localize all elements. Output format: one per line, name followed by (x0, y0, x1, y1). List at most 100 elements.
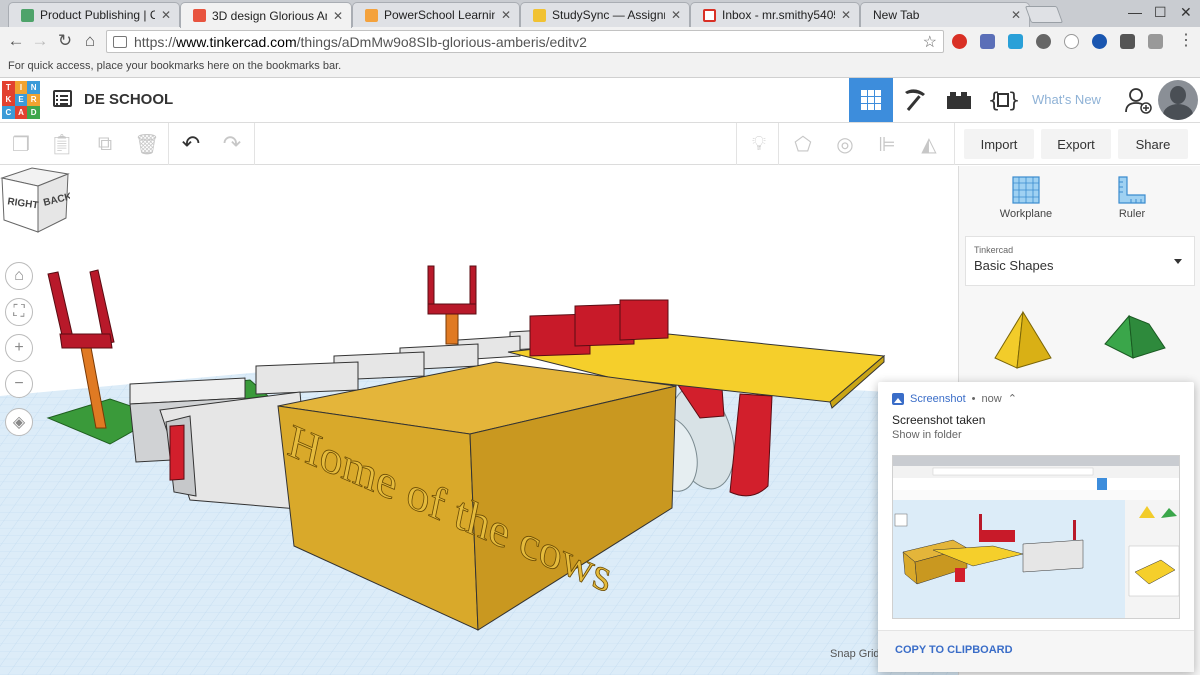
toolbar-divider (736, 123, 737, 165)
tinkercad-logo[interactable]: T I N K E R C A D (2, 81, 40, 119)
extension-icon[interactable] (1036, 34, 1051, 49)
snap-grid-label[interactable]: Snap Grid (830, 648, 880, 660)
edit-toolbar: ❐ 📋︎ ⧉ 🗑︎ ↶ ↷ 💡︎ ⬠ ◎ ⊫ ◭ Import Export S… (0, 123, 1200, 165)
home-view-button[interactable]: ⌂ (5, 262, 33, 290)
extension-icon[interactable] (952, 34, 967, 49)
ungroup-icon[interactable]: ◎ (832, 131, 858, 157)
pickaxe-icon (905, 89, 925, 111)
browser-tab[interactable]: New Tab ✕ (860, 2, 1030, 27)
logo-letter: D (27, 106, 40, 119)
show-in-folder-link[interactable]: Show in folder (892, 429, 962, 441)
minecraft-button[interactable] (893, 78, 937, 122)
minimize-icon[interactable]: — (1128, 4, 1142, 20)
close-window-icon[interactable]: ✕ (1180, 4, 1192, 21)
browser-tab[interactable]: PowerSchool Learning ✕ (352, 2, 520, 27)
close-tab-icon[interactable]: ✕ (333, 9, 343, 23)
chrome-menu-icon[interactable]: ⋮ (1176, 31, 1196, 51)
paste-icon[interactable]: 📋︎ (49, 131, 75, 157)
extension-icon[interactable] (1120, 34, 1135, 49)
roof-shape-tile[interactable] (1099, 306, 1169, 376)
copy-icon[interactable]: ❐ (8, 131, 34, 157)
workplane-tool[interactable]: Workplane (981, 172, 1071, 220)
copy-to-clipboard-button[interactable]: COPY TO CLIPBOARD (878, 630, 1194, 672)
align-icon[interactable]: ⊫ (874, 131, 900, 157)
bookmark-star-icon[interactable]: ☆ (923, 32, 937, 52)
reload-icon[interactable]: ↻ (55, 31, 75, 51)
forward-arrow-icon[interactable]: → (30, 31, 50, 51)
mirror-icon[interactable]: ◭ (916, 131, 942, 157)
logo-letter: I (14, 81, 28, 94)
new-tab-button[interactable] (1024, 6, 1064, 23)
delete-icon[interactable]: 🗑︎ (134, 131, 160, 157)
pyramid-shape-tile[interactable] (987, 306, 1057, 376)
toolbar-divider (954, 123, 955, 165)
perspective-toggle-button[interactable]: ◈ (5, 408, 33, 436)
codeblocks-button[interactable]: { } (981, 78, 1025, 122)
design-menu-icon[interactable] (53, 90, 72, 107)
back-arrow-icon[interactable]: ← (6, 31, 26, 51)
logo-letter: N (27, 81, 40, 94)
user-avatar[interactable] (1158, 80, 1198, 120)
page-info-icon[interactable] (113, 35, 127, 48)
3d-workplane-viewport[interactable]: Home of the cows RIGHT BACK ⌂ ⛶ + − ◈ Sn… (0, 166, 958, 675)
close-tab-icon[interactable]: ✕ (161, 8, 171, 22)
logo-letter: A (14, 106, 28, 119)
browser-toolbar: ← → ↻ ⌂ https:// www.tinkercad.com /thin… (0, 27, 1200, 56)
bookmarks-bar: For quick access, place your bookmarks h… (0, 56, 1200, 78)
chevron-up-icon[interactable]: ⌃ (1008, 392, 1017, 405)
whats-new-link[interactable]: What's New (1032, 92, 1101, 107)
browser-tab-active[interactable]: 3D design Glorious Amb ✕ (180, 2, 352, 28)
ruler-tool[interactable]: Ruler (1087, 172, 1177, 220)
add-user-button[interactable] (1116, 78, 1160, 122)
zoom-in-button[interactable]: + (5, 334, 33, 362)
extension-icon[interactable] (1148, 34, 1163, 49)
lightbulb-icon[interactable]: 💡︎ (746, 131, 772, 157)
url-host: www.tinkercad.com (176, 33, 297, 50)
view-cube[interactable]: RIGHT BACK (0, 166, 70, 234)
duplicate-icon[interactable]: ⧉ (92, 131, 118, 157)
browser-tab[interactable]: Inbox - mr.smithy5405@ ✕ (690, 2, 860, 27)
notification-title: Screenshot taken (892, 413, 986, 427)
fit-view-button[interactable]: ⛶ (5, 298, 33, 326)
tab-favicon-icon (21, 8, 34, 22)
goalpost-back[interactable] (445, 309, 459, 345)
extension-icon[interactable] (1064, 34, 1079, 49)
gmail-favicon-icon (703, 8, 716, 22)
extension-icon[interactable] (1008, 34, 1023, 49)
tab-title: PowerSchool Learning (384, 8, 495, 22)
svg-text:}: } (1008, 88, 1018, 112)
grid-view-icon (861, 90, 881, 110)
redo-icon[interactable]: ↷ (219, 131, 245, 157)
close-tab-icon[interactable]: ✕ (671, 8, 681, 22)
browser-tab[interactable]: StudySync — Assignme ✕ (520, 2, 690, 27)
extension-icon[interactable] (980, 34, 995, 49)
library-value: Basic Shapes (974, 258, 1054, 273)
close-tab-icon[interactable]: ✕ (1011, 8, 1021, 22)
chevron-down-icon (1174, 259, 1182, 264)
tab-title: StudySync — Assignme (552, 8, 665, 22)
3d-view-button[interactable] (849, 78, 893, 122)
home-icon[interactable]: ⌂ (80, 31, 100, 51)
import-button[interactable]: Import (964, 129, 1034, 159)
close-tab-icon[interactable]: ✕ (841, 8, 851, 22)
close-tab-icon[interactable]: ✕ (501, 8, 511, 22)
tab-title: Inbox - mr.smithy5405@ (722, 8, 835, 22)
lego-button[interactable] (937, 78, 981, 122)
browser-tab[interactable]: Product Publishing | CG ✕ (8, 2, 180, 27)
group-icon[interactable]: ⬠ (790, 131, 816, 157)
undo-icon[interactable]: ↶ (178, 131, 204, 157)
workplane-scene[interactable]: Home of the cows (0, 166, 958, 675)
design-name[interactable]: DE SCHOOL (84, 91, 173, 108)
shape-library-dropdown[interactable]: Tinkercad Basic Shapes (965, 236, 1195, 286)
screenshot-thumbnail[interactable] (892, 455, 1180, 619)
export-button[interactable]: Export (1041, 129, 1111, 159)
share-button[interactable]: Share (1118, 129, 1188, 159)
logo-letter: R (27, 93, 40, 107)
screenshot-app-icon (892, 392, 904, 405)
screenshot-notification[interactable]: Screenshot • now ⌃ Screenshot taken Show… (878, 382, 1194, 672)
maximize-icon[interactable]: ☐ (1154, 4, 1167, 21)
extension-icon[interactable] (1092, 34, 1107, 49)
toolbar-divider (168, 123, 169, 165)
zoom-out-button[interactable]: − (5, 370, 33, 398)
address-bar[interactable]: https:// www.tinkercad.com /things/aDmMw… (106, 30, 944, 53)
